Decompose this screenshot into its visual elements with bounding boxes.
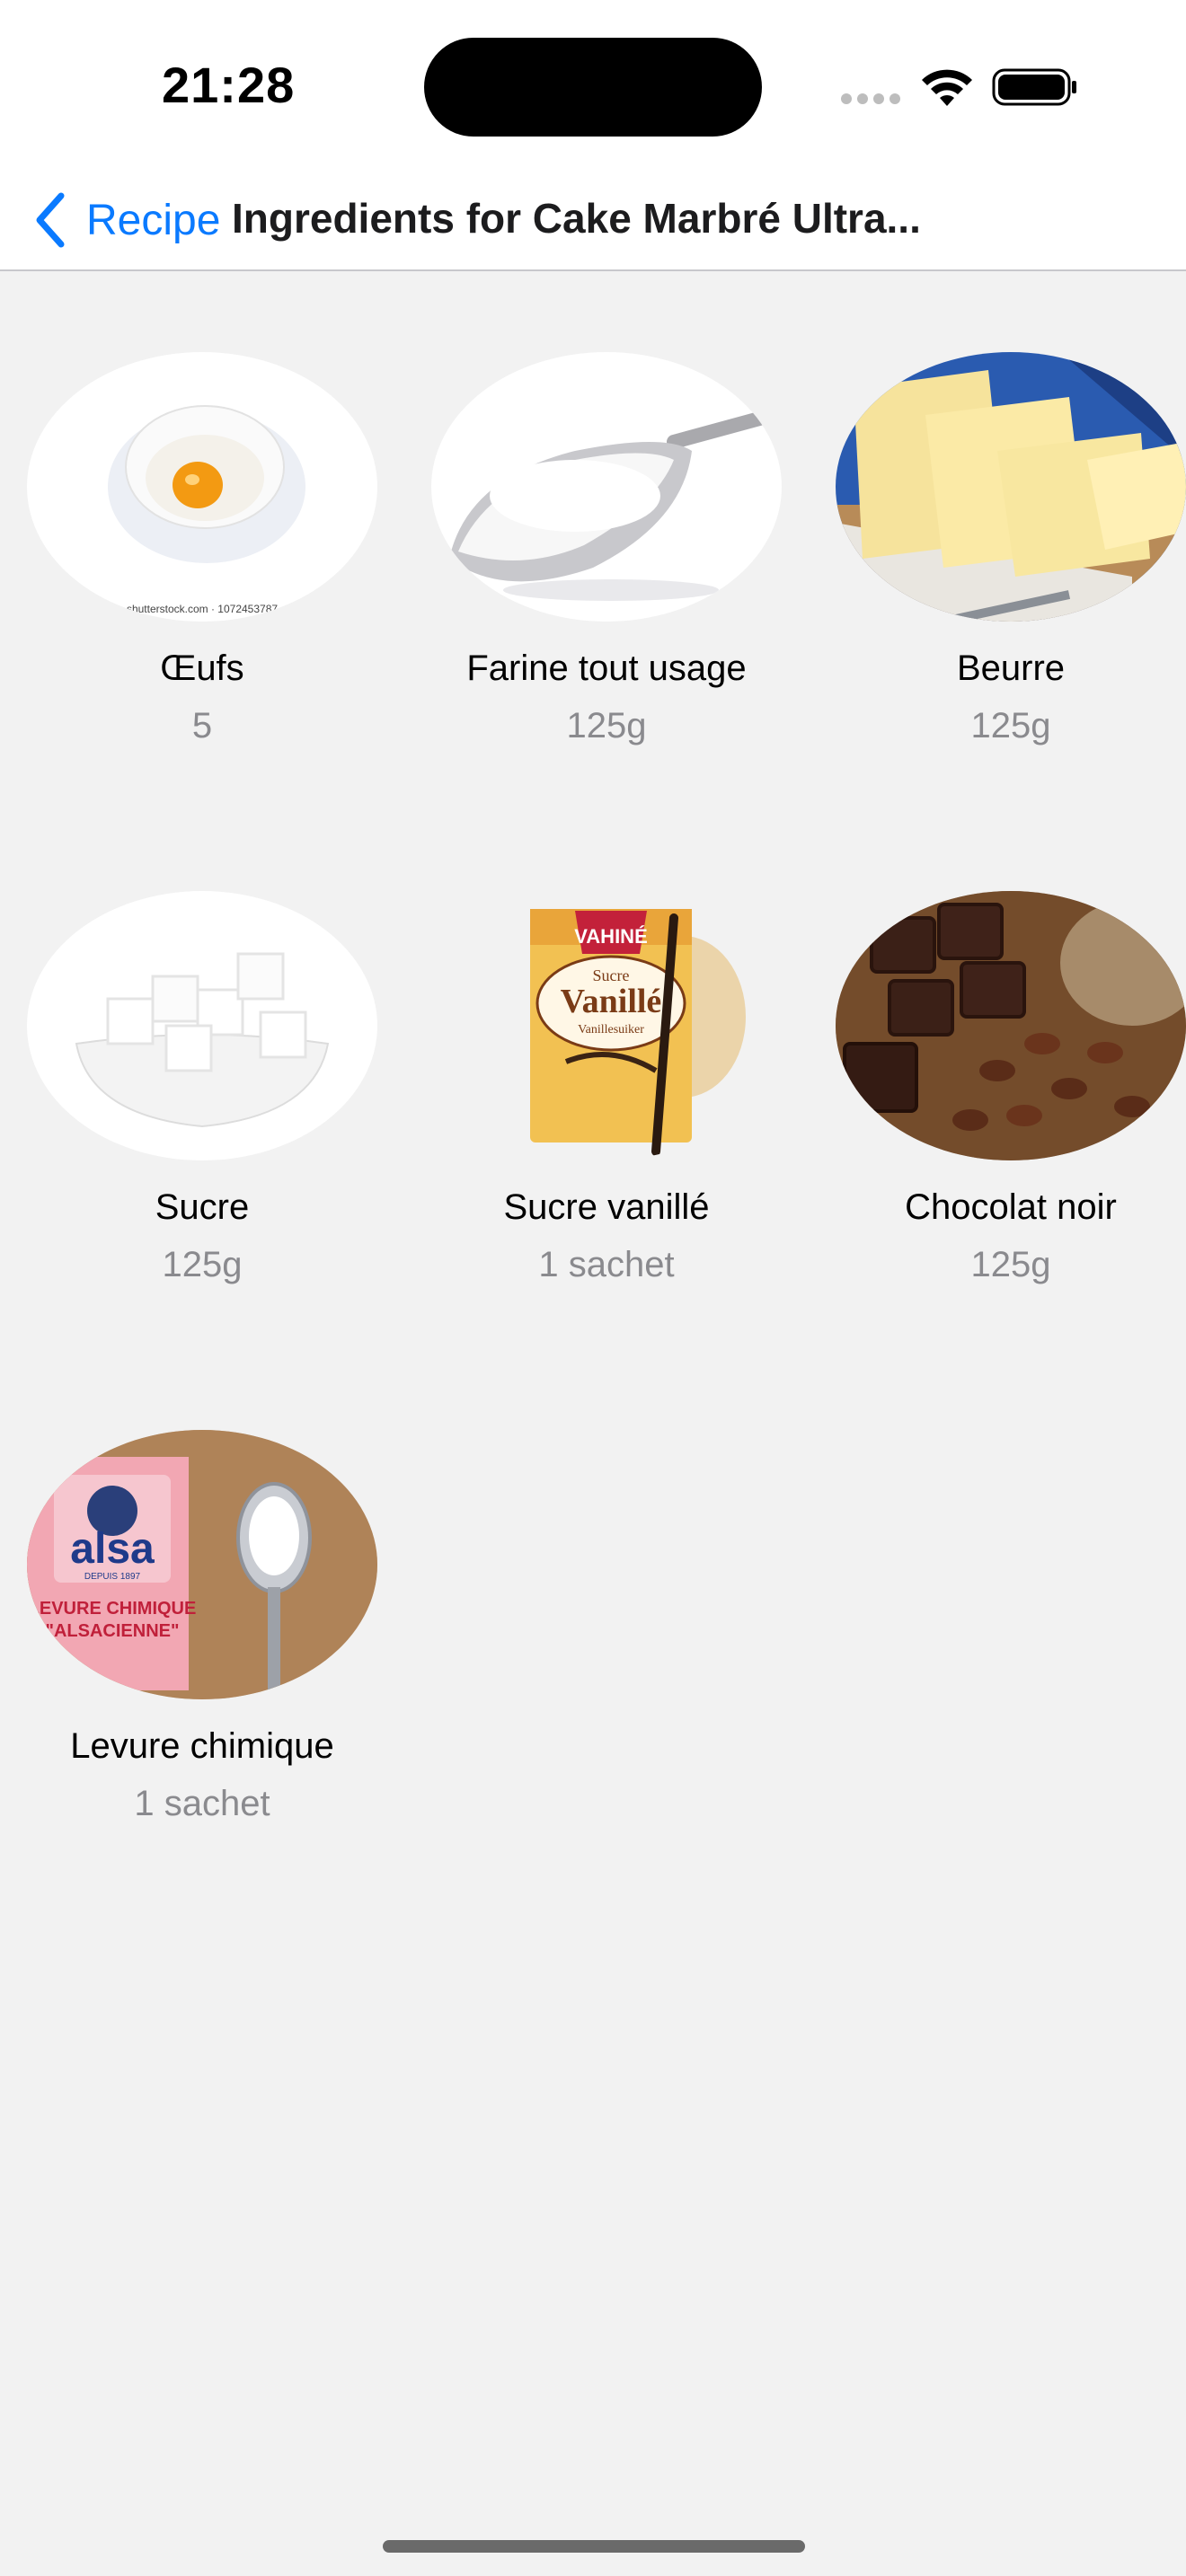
- ingredient-card[interactable]: alsa DEPUIS 1897 LEVURE CHIMIQUE "ALSACI…: [0, 1430, 404, 1879]
- ingredient-name: Œufs: [160, 648, 244, 688]
- status-time: 21:28: [162, 57, 296, 113]
- status-bar: 21:28: [0, 0, 1186, 171]
- ingredient-name: Levure chimique: [70, 1726, 334, 1766]
- ingredient-image-sugar: [27, 891, 377, 1160]
- ingredient-quantity: 125g: [566, 706, 647, 745]
- packet-since: DEPUIS 1897: [84, 1572, 141, 1582]
- ingredient-name: Sucre vanillé: [503, 1187, 710, 1227]
- ingredient-quantity: 5: [191, 706, 213, 745]
- ingredient-image-dark-chocolate: [836, 891, 1186, 1160]
- cellular-signal-icon: [841, 93, 902, 106]
- chevron-left-icon: [36, 192, 65, 248]
- packet-brand: alsa: [70, 1525, 155, 1573]
- ingredient-image-eggs: shutterstock.com · 1072453787: [27, 352, 377, 622]
- ingredient-card[interactable]: Farine tout usage 125g: [404, 352, 809, 801]
- ingredient-card[interactable]: shutterstock.com · 1072453787 Œufs 5: [0, 352, 404, 801]
- ingredient-quantity: 125g: [162, 1245, 243, 1284]
- home-indicator[interactable]: [383, 2540, 805, 2553]
- ingredient-image-baking-powder: alsa DEPUIS 1897 LEVURE CHIMIQUE "ALSACI…: [27, 1430, 377, 1699]
- ingredient-quantity: 125g: [970, 706, 1051, 745]
- packet-label-line1: LEVURE CHIMIQUE: [29, 1599, 197, 1619]
- ingredient-card[interactable]: VAHINÉ Sucre Vanillé Vanillesuiker Sucre…: [404, 891, 809, 1340]
- ingredient-card[interactable]: Chocolat noir 125g: [809, 891, 1186, 1340]
- battery-icon: [992, 68, 1076, 106]
- ingredient-card[interactable]: Sucre 125g: [0, 891, 404, 1340]
- packet-label-line2: "ALSACIENNE": [46, 1621, 180, 1641]
- ingredient-image-butter: [836, 352, 1186, 622]
- ingredient-quantity: 1 sachet: [134, 1784, 270, 1823]
- ingredient-quantity: 1 sachet: [538, 1245, 675, 1284]
- ingredient-name: Sucre: [155, 1187, 250, 1227]
- navigation-bar: Recipe Ingredients for Cake Marbré Ultra…: [0, 171, 1186, 271]
- wifi-icon: [922, 69, 972, 106]
- ingredient-image-flour: [431, 352, 782, 622]
- ingredient-name: Chocolat noir: [905, 1187, 1117, 1227]
- image-caption: shutterstock.com · 1072453787: [127, 603, 278, 615]
- packet-brand: VAHINÉ: [574, 925, 648, 948]
- ingredient-quantity: 125g: [970, 1245, 1051, 1284]
- back-button[interactable]: Recipe: [32, 190, 220, 250]
- back-button-label: Recipe: [86, 196, 221, 244]
- packet-label-line3: Vanillesuiker: [578, 1023, 644, 1037]
- dynamic-island: [424, 38, 762, 137]
- ingredient-image-vanilla-sugar: VAHINÉ Sucre Vanillé Vanillesuiker: [431, 891, 782, 1160]
- packet-label-line2: Vanillé: [561, 983, 662, 1020]
- ingredient-card[interactable]: Beurre 125g: [809, 352, 1186, 801]
- packet-label-line1: Sucre: [593, 966, 630, 984]
- page-title: Ingredients for Cake Marbré Ultra...: [232, 195, 921, 242]
- ingredient-name: Beurre: [956, 648, 1066, 688]
- ingredient-name: Farine tout usage: [466, 648, 747, 688]
